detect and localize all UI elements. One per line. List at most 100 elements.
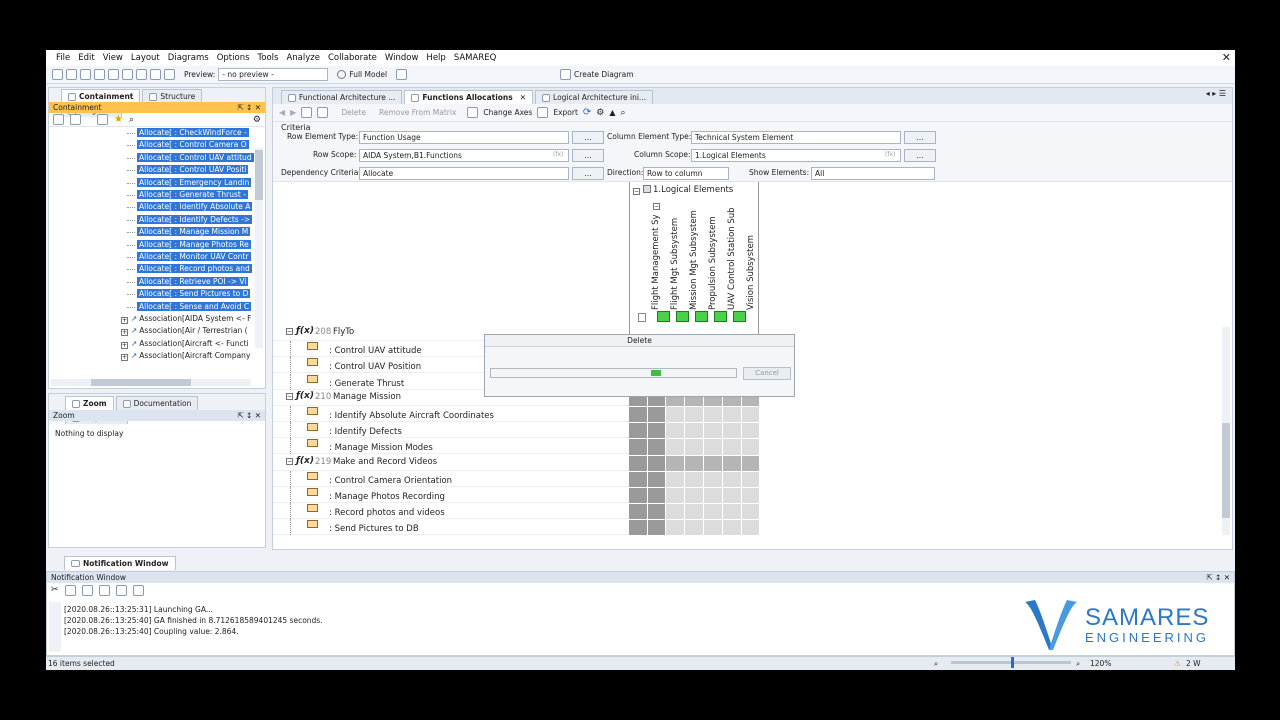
tree-item-allocate[interactable]: ↗Allocate[ : Sense and Avoid C [137, 301, 255, 313]
dependency-field[interactable]: Allocate [359, 167, 569, 180]
up-icon[interactable] [64, 584, 76, 596]
tree-hscrollbar[interactable] [51, 379, 251, 386]
allocation-marker-icon[interactable] [695, 311, 708, 322]
tree-scrollbar[interactable] [255, 148, 263, 348]
allocation-marker-icon[interactable] [676, 311, 689, 322]
menu-window[interactable]: Window [385, 53, 419, 63]
tree-item-allocate[interactable]: ↗Allocate[ : Record photos and [137, 263, 255, 275]
create-diagram-icon[interactable] [560, 69, 572, 80]
tree-item-allocate[interactable]: ↗Allocate[ : Send Pictures to D [137, 288, 255, 300]
row-scope-field[interactable]: AIDA System,B1.Functions [359, 149, 569, 162]
dependency-browse[interactable]: ... [572, 167, 604, 180]
direction-select[interactable]: Row to column [643, 167, 729, 180]
menu-help[interactable]: Help [426, 53, 445, 63]
menu-collaborate[interactable]: Collaborate [328, 53, 377, 63]
tools-icon[interactable]: ✂ [51, 585, 59, 595]
expand-node-icon[interactable]: + [121, 329, 128, 337]
collapse-node-icon[interactable]: − [286, 457, 293, 465]
validate-icon[interactable] [164, 69, 175, 80]
edit-icon[interactable] [317, 107, 329, 118]
row-scope-fx[interactable]: (fx) [553, 151, 563, 158]
cancel-button[interactable]: Cancel [743, 367, 791, 380]
zoom-search-icon[interactable]: ⌕ [621, 108, 626, 118]
close-tab-icon[interactable]: ✕ [520, 93, 526, 102]
collapse-node-icon[interactable]: − [286, 392, 293, 400]
create-diagram-button[interactable]: Create Diagram [574, 70, 634, 79]
matrix-row[interactable]: : Identify Absolute Aircraft Coordinates [273, 406, 629, 422]
tree-item-allocate[interactable]: ↗Allocate[ : Manage Photos Re [137, 239, 255, 251]
allocation-marker-icon[interactable] [733, 311, 746, 322]
menu-layout[interactable]: Layout [131, 53, 160, 63]
warning-icon[interactable]: ⚠ [1174, 657, 1181, 670]
refresh-icon[interactable]: ⟳ [583, 107, 591, 118]
menu-diagrams[interactable]: Diagrams [168, 53, 209, 63]
save-icon[interactable] [80, 69, 91, 80]
full-model-icon[interactable] [337, 70, 347, 79]
tree-item-allocate[interactable]: ↗Allocate[ : Control Camera O [137, 139, 255, 151]
column-collapse-icon[interactable]: − [653, 200, 663, 210]
new-icon[interactable] [52, 69, 63, 80]
filter-icon[interactable] [132, 584, 144, 596]
export-button[interactable]: Export [553, 108, 578, 117]
expand-node-icon[interactable]: + [121, 341, 128, 349]
menu-edit[interactable]: Edit [78, 53, 94, 63]
matrix-row[interactable]: : Manage Photos Recording [273, 487, 629, 503]
zoom-level[interactable]: 120% [1090, 657, 1111, 670]
folder-icon[interactable] [97, 114, 108, 125]
star-icon[interactable]: ★ [114, 114, 123, 125]
collapse-node-icon[interactable]: − [286, 328, 293, 335]
matrix-scrollbar[interactable] [1222, 327, 1230, 535]
col-type-field[interactable]: Technical System Element [691, 131, 901, 144]
tab-structure[interactable]: Structure [142, 89, 203, 103]
tree-item-allocate[interactable]: ↗Allocate[ : Control UAV attitud [137, 152, 255, 164]
column-header[interactable]: UAV Control Station Sub [727, 207, 737, 310]
tree-item-allocate[interactable]: ↗Allocate[ : Generate Thrust - [137, 189, 255, 201]
matrix-group-row[interactable]: − ƒ(x) 219 Make and Record Videos [273, 455, 629, 471]
matrix-row[interactable]: : Identify Defects [273, 422, 629, 439]
expand-node-icon[interactable]: + [121, 317, 128, 324]
zoom-panel-controls-icon[interactable]: ⇱ ↕ ✕ [237, 410, 261, 421]
matrix-row[interactable]: : Manage Mission Modes [273, 438, 629, 455]
menu-options[interactable]: Options [217, 53, 250, 63]
redo-icon[interactable] [150, 69, 161, 80]
collapse-icon[interactable] [70, 114, 81, 125]
col-type-browse[interactable]: ... [904, 131, 936, 144]
matrix-row[interactable]: : Send Pictures to DB [273, 519, 629, 535]
col-scope-fx[interactable]: (fx) [885, 151, 895, 158]
col-scope-field[interactable]: 1.Logical Elements [691, 149, 901, 162]
print-icon[interactable] [94, 69, 105, 80]
down-icon[interactable] [81, 584, 93, 596]
tree-item-allocate[interactable]: ↗Allocate[ : CheckWindForce - [137, 127, 255, 139]
tree-item-allocate[interactable]: ↗Allocate[ : Retrieve POI -> Vi [137, 276, 255, 288]
close-app-icon[interactable]: ✕ [1222, 51, 1231, 64]
binoculars-icon[interactable] [122, 69, 133, 80]
undo-icon[interactable] [136, 69, 147, 80]
col-scope-browse[interactable]: ... [904, 149, 936, 162]
zoom-slider[interactable] [951, 657, 1071, 668]
next-icon[interactable] [98, 584, 110, 596]
menu-analyze[interactable]: Analyze [286, 53, 320, 63]
column-header[interactable]: Vision Subsystem [746, 235, 756, 310]
expand-icon[interactable] [53, 114, 64, 125]
change-axes-button[interactable]: Change Axes [483, 108, 532, 117]
back-icon[interactable]: ◀ [279, 108, 285, 117]
column-header[interactable]: Flight Management Sy [651, 214, 661, 310]
settings-icon[interactable]: ⚙ [596, 108, 604, 118]
open-icon[interactable] [66, 69, 77, 80]
search-icon[interactable]: ⌕ [129, 115, 134, 125]
menu-file[interactable]: File [56, 53, 70, 63]
tree-item-allocate[interactable]: ↗Allocate[ : Control UAV Positi [137, 164, 255, 176]
forward-icon[interactable]: ▶ [290, 108, 296, 117]
doc-tab-2[interactable]: Logical Architecture ini... [535, 90, 654, 104]
tree-item-association[interactable]: + ↗ Association[Air / Terrestrian ( [121, 325, 257, 337]
full-model-label[interactable]: Full Model [349, 70, 387, 79]
column-header[interactable]: Propulsion Subsystem [708, 216, 718, 310]
zoom-out-icon[interactable]: ⌕ [934, 657, 938, 670]
tab-documentation[interactable]: Documentation [115, 396, 199, 410]
doc-tab-0[interactable]: Functional Architecture ... [281, 90, 403, 104]
warning-count[interactable]: 2 W [1186, 657, 1201, 670]
menu-tools[interactable]: Tools [258, 53, 279, 63]
tab-notification-window[interactable]: Notification Window [64, 556, 176, 570]
find-icon[interactable] [108, 69, 119, 80]
expand-node-icon[interactable]: + [121, 354, 128, 362]
